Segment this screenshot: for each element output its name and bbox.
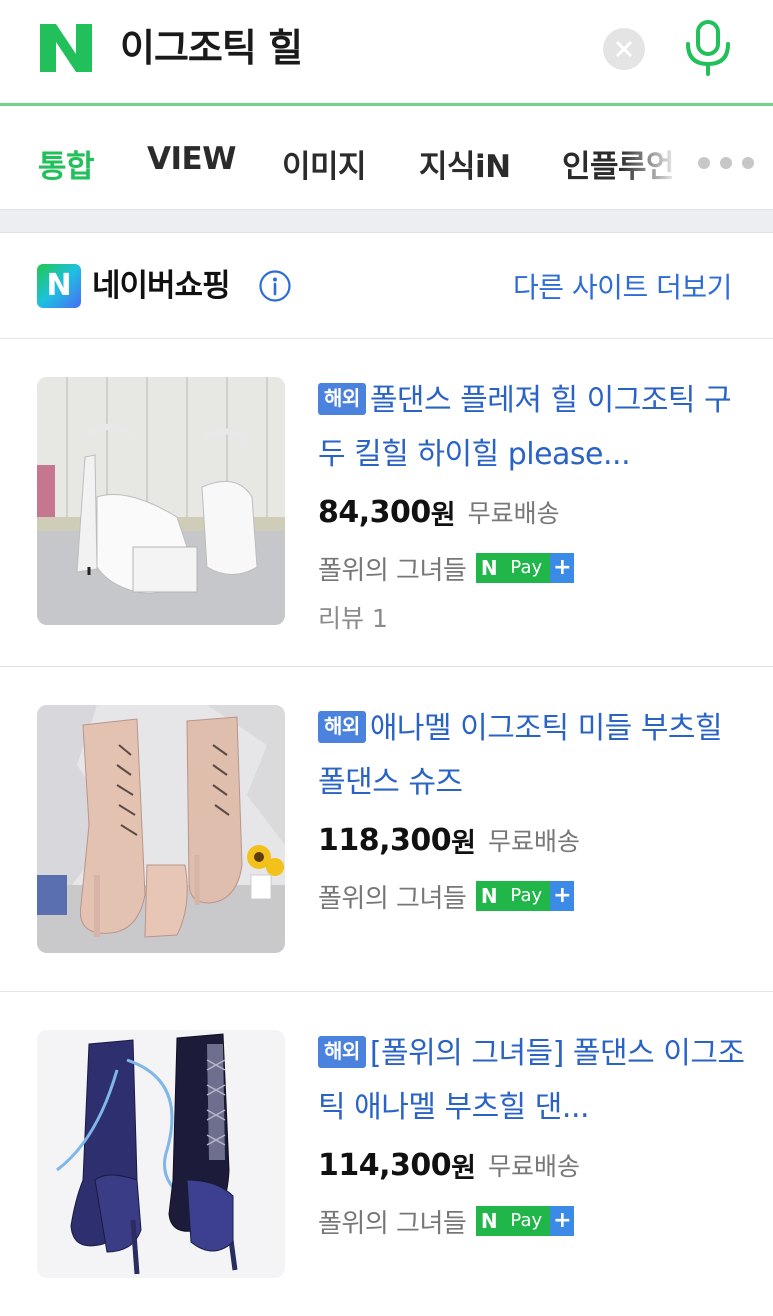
product-price: 118,300	[318, 822, 452, 858]
microphone-icon	[686, 20, 730, 76]
seller-name[interactable]: 폴위의 그녀들	[318, 1203, 467, 1240]
naver-n-icon: N	[476, 881, 503, 911]
section-divider	[0, 209, 773, 233]
product-price: 84,300	[318, 494, 431, 530]
shipping-info: 무료배송	[487, 1152, 580, 1181]
product-image[interactable]	[37, 377, 285, 625]
price-line: 118,300 원 무료배송	[318, 812, 748, 868]
search-bar: 이그조틱 힐	[0, 0, 773, 106]
naver-logo[interactable]	[40, 24, 92, 72]
product-title[interactable]: 해외 애나멜 이그조틱 미들 부츠힐 폴댄스 슈즈	[318, 702, 748, 810]
seller-line: 폴위의 그녀들 N Pay +	[318, 868, 748, 924]
product-item[interactable]: 해외 폴댄스 플레져 힐 이그조틱 구두 킬힐 하이힐 please... 84,…	[0, 340, 773, 667]
product-info: 해외 [폴위의 그녀들] 폴댄스 이그조틱 애나멜 부츠힐 댄... 114,30…	[318, 1027, 748, 1249]
product-title[interactable]: 해외 폴댄스 플레져 힐 이그조틱 구두 킬힐 하이힐 please...	[318, 374, 748, 482]
pay-label: Pay	[502, 1206, 551, 1236]
currency-unit: 원	[451, 1152, 476, 1184]
more-sites-link[interactable]: 다른 사이트 더보기	[513, 268, 732, 308]
naver-n-icon: N	[476, 553, 503, 583]
shopping-header: N 네이버쇼핑 다른 사이트 더보기	[0, 234, 773, 339]
clear-button[interactable]	[603, 28, 645, 70]
plus-icon: +	[550, 881, 575, 911]
tab-fade	[620, 109, 680, 209]
naver-pay-badge: N Pay +	[476, 553, 575, 583]
search-input[interactable]: 이그조틱 힐	[120, 24, 303, 72]
shipping-info: 무료배송	[487, 827, 580, 856]
product-price: 114,300	[318, 1147, 452, 1183]
review-count[interactable]: 리뷰 1	[318, 596, 748, 642]
naver-pay-badge: N Pay +	[476, 1206, 575, 1236]
product-info: 해외 폴댄스 플레져 힐 이그조틱 구두 킬힐 하이힐 please... 84,…	[318, 374, 748, 642]
more-tabs-icon[interactable]	[698, 157, 754, 171]
product-info: 해외 애나멜 이그조틱 미들 부츠힐 폴댄스 슈즈 118,300 원 무료배송 …	[318, 702, 748, 924]
currency-unit: 원	[430, 499, 456, 531]
naver-n-icon: N	[476, 1206, 503, 1236]
pay-label: Pay	[502, 553, 551, 583]
seller-name[interactable]: 폴위의 그녀들	[318, 550, 467, 587]
close-icon	[616, 41, 632, 57]
naver-pay-badge: N Pay +	[476, 881, 575, 911]
product-image[interactable]	[37, 1030, 285, 1278]
overseas-badge: 해외	[318, 711, 366, 743]
pay-label: Pay	[502, 881, 551, 911]
product-title[interactable]: 해외 [폴위의 그녀들] 폴댄스 이그조틱 애나멜 부츠힐 댄...	[318, 1027, 748, 1135]
product-item[interactable]: 해외 [폴위의 그녀들] 폴댄스 이그조틱 애나멜 부츠힐 댄... 114,30…	[0, 993, 773, 1316]
naver-shopping-logo-icon: N	[37, 264, 81, 308]
plus-icon: +	[550, 553, 575, 583]
overseas-badge: 해외	[318, 1036, 366, 1068]
tab-images[interactable]: 이미지	[282, 141, 367, 186]
overseas-badge: 해외	[318, 383, 366, 415]
price-line: 84,300 원 무료배송	[318, 484, 748, 540]
product-image[interactable]	[37, 705, 285, 953]
tab-knowledge-in[interactable]: 지식iN	[419, 141, 511, 186]
price-line: 114,300 원 무료배송	[318, 1137, 748, 1193]
seller-name[interactable]: 폴위의 그녀들	[318, 878, 467, 915]
currency-unit: 원	[451, 827, 476, 859]
shipping-info: 무료배송	[467, 499, 560, 528]
tab-all[interactable]: 통합	[38, 141, 95, 186]
info-icon[interactable]	[258, 269, 292, 303]
product-item[interactable]: 해외 애나멜 이그조틱 미들 부츠힐 폴댄스 슈즈 118,300 원 무료배송 …	[0, 668, 773, 992]
seller-line: 폴위의 그녀들 N Pay +	[318, 540, 748, 596]
tab-view[interactable]: VIEW	[147, 141, 236, 177]
voice-search-button[interactable]	[680, 18, 736, 78]
seller-line: 폴위의 그녀들 N Pay +	[318, 1193, 748, 1249]
shopping-title: 네이버쇼핑	[92, 268, 231, 304]
search-tabs: 통합 VIEW 이미지 지식iN 인플루언	[0, 109, 773, 209]
plus-icon: +	[550, 1206, 575, 1236]
